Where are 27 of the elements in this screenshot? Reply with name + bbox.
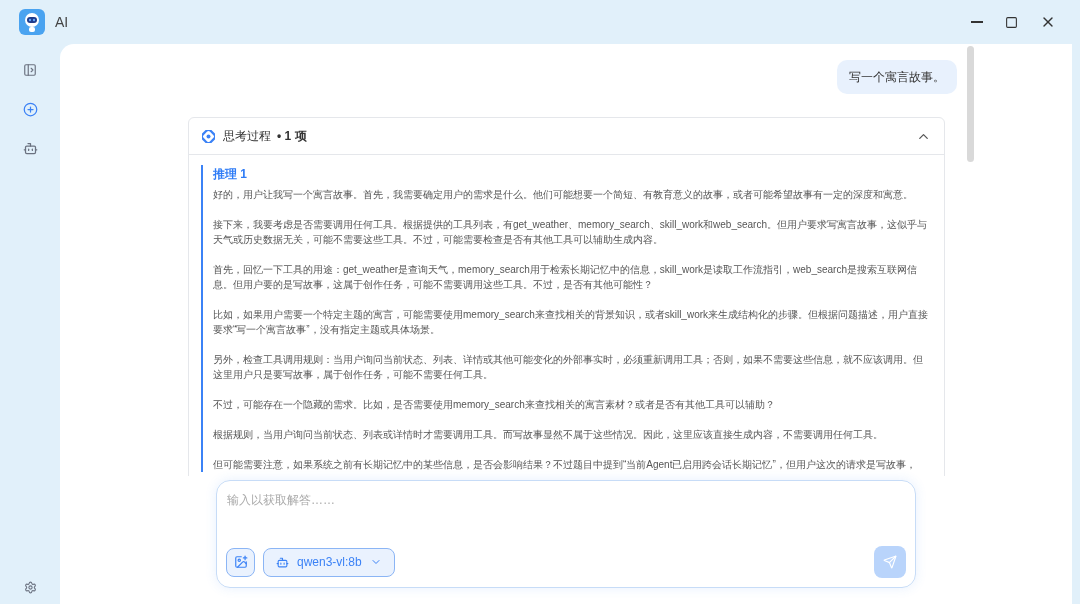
reasoning-paragraph: 但可能需要注意，如果系统之前有长期记忆中的某些信息，是否会影响结果？不过题目中提到“当前Agent已启用跨会话长期记忆”，但用户这次的请求是写故事， (213, 458, 917, 472)
thinking-count: • 1 项 (277, 128, 307, 145)
model-selector[interactable]: qwen3-vl:8b (263, 547, 395, 577)
user-message-bubble: 写一个寓言故事。 (837, 60, 957, 94)
maximize-icon (1005, 15, 1018, 29)
reasoning-paragraph: 不过，可能存在一个隐藏的需求。比如，是否需要使用memory_search来查找相关的寓言素材？或者是否有其他工具可以辅助？ (213, 398, 776, 412)
window-title: AI (55, 12, 69, 32)
add-image-button[interactable] (226, 547, 255, 577)
step-title: 推理 1 (213, 166, 248, 183)
maximize-button[interactable] (1005, 15, 1018, 29)
minimize-icon (971, 21, 983, 23)
image-plus-icon (233, 555, 248, 569)
scrollbar-thumb[interactable] (967, 46, 974, 162)
settings-icon[interactable] (23, 581, 37, 594)
reasoning-paragraph: 接下来，我要考虑是否需要调用任何工具。根据提供的工具列表，有get_weather、memory_search、skill_work和web_search。但用户要求写寓言故事，这似乎与天气或历史数据无关，可能不需要这些工具。不过，可能需要检查是否有其他工具可以辅助生成内容。 (213, 218, 928, 247)
atom-icon (202, 129, 215, 143)
chat-input-box[interactable]: 输入以获取解答…… qwen3-vl:8b (216, 480, 916, 588)
robot-icon (276, 555, 289, 569)
robot-logo-icon (19, 9, 45, 35)
reasoning-paragraph: 比如，如果用户需要一个特定主题的寓言，可能需要使用memory_search来查找相关的背景知识，或者skill_work来生成结构化的步骤。但根据问题描述，用户直接要求“写一个寓言故事”，没有指定主题或具体场景。 (213, 308, 930, 337)
reasoning-paragraph: 根据规则，当用户询问当前状态、列表或详情时才需要调用工具。而写故事显然不属于这些情况。因此，这里应该直接生成内容，不需要调用任何工具。 (213, 428, 884, 442)
reasoning-paragraph: 好的，用户让我写一个寓言故事。首先，我需要确定用户的需求是什么。他们可能想要一个简短、有教育意义的故事，或者可能希望故事有一定的深度和寓意。 (213, 188, 914, 202)
reasoning-paragraph: 另外，检查工具调用规则：当用户询问当前状态、列表、详情或其他可能变化的外部事实时，必须重新调用工具；否则，如果不需要这些信息，就不应该调用。但这里用户只是要写故事，属于创作任务，可能不需要任何工具。 (213, 353, 924, 382)
chat-input-field[interactable]: 输入以获取解答…… (226, 491, 906, 509)
reasoning-paragraph: 首先，回忆一下工具的用途：get_weather是查询天气，memory_search用于检索长期记忆中的信息，skill_work是读取工作流指引，web_search是搜索互联网信息。但用户要的是写故事，这属于创作任务，可能不需要调用这些工具。不过，是否有其他可能性？ (213, 263, 918, 292)
send-icon (883, 555, 897, 569)
thinking-title: 思考过程 (223, 128, 271, 145)
